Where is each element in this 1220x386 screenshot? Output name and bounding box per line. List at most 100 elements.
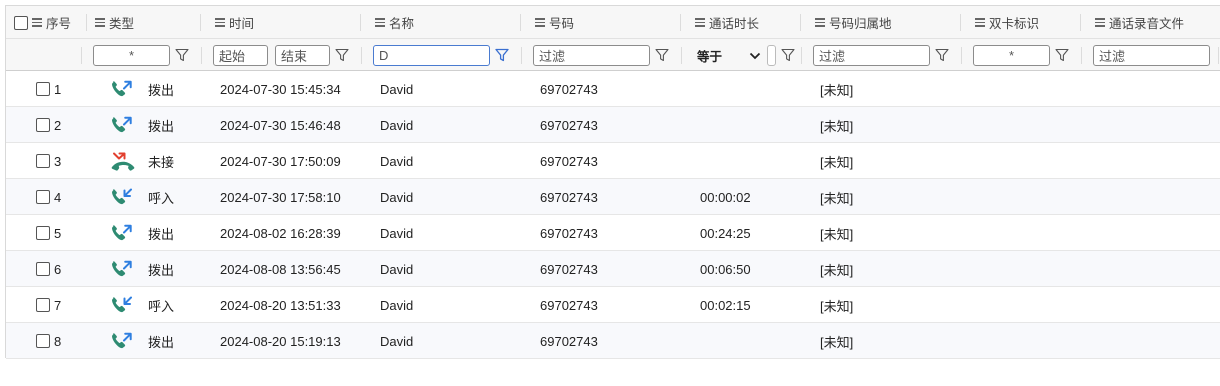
call-type: 拨出 bbox=[148, 262, 175, 278]
outgoing-call-icon bbox=[109, 222, 137, 246]
column-header-duration[interactable]: 通话时长 bbox=[695, 6, 801, 39]
incoming-call-icon bbox=[109, 294, 137, 318]
column-header-name[interactable]: 名称 bbox=[375, 6, 521, 39]
row-select[interactable]: 1 bbox=[36, 71, 61, 107]
row-checkbox[interactable] bbox=[36, 226, 50, 240]
column-header-location[interactable]: 号码归属地 bbox=[815, 6, 961, 39]
number-location: [未知] bbox=[820, 154, 854, 170]
location-filter-input[interactable]: 过滤 bbox=[813, 45, 930, 66]
recording-filter-input[interactable]: 过滤 bbox=[1093, 45, 1210, 66]
call-type: 拨出 bbox=[148, 118, 175, 134]
column-menu-icon[interactable] bbox=[375, 16, 385, 29]
table-row[interactable]: 3 未接 2024-07-30 17:50:09 David 69702743 [未知] bbox=[6, 143, 1220, 179]
time-end-input[interactable]: 结束 bbox=[275, 45, 330, 66]
outgoing-call-icon bbox=[109, 114, 137, 138]
outgoing-call-icon bbox=[109, 78, 137, 102]
row-select[interactable]: 4 bbox=[36, 179, 61, 215]
row-select[interactable]: 5 bbox=[36, 215, 61, 251]
contact-name: David bbox=[380, 225, 414, 241]
type-filter-input[interactable]: * bbox=[93, 45, 170, 66]
row-checkbox[interactable] bbox=[36, 298, 50, 312]
row-select[interactable]: 6 bbox=[36, 251, 61, 287]
table-row[interactable]: 5 拨出 2024-08-02 16:28:39 David 69702743 00:24… bbox=[6, 215, 1220, 251]
row-select[interactable]: 3 bbox=[36, 143, 61, 179]
row-select[interactable]: 7 bbox=[36, 287, 61, 323]
table-row[interactable]: 1 拨出 2024-07-30 15:45:34 David 69702743 [未知] bbox=[6, 71, 1220, 107]
number-filter-input[interactable]: 过滤 bbox=[533, 45, 650, 66]
row-checkbox[interactable] bbox=[36, 82, 50, 96]
phone-number: 69702743 bbox=[540, 261, 598, 277]
call-duration: 00:24:25 bbox=[700, 225, 751, 241]
column-menu-icon[interactable] bbox=[695, 16, 705, 29]
column-header-recording[interactable]: 通话录音文件 bbox=[1095, 6, 1219, 39]
contact-name: David bbox=[380, 153, 414, 169]
number-location: [未知] bbox=[820, 226, 854, 242]
row-seq: 6 bbox=[54, 261, 62, 277]
call-time: 2024-07-30 17:58:10 bbox=[220, 189, 341, 205]
column-divider[interactable] bbox=[520, 14, 521, 31]
column-header-type[interactable]: 类型 bbox=[95, 6, 201, 39]
duration-operator-select[interactable]: 等于 bbox=[697, 45, 761, 66]
table-row[interactable]: 8 拨出 2024-08-20 15:19:13 David 69702743 [未知] bbox=[6, 323, 1220, 359]
column-menu-icon[interactable] bbox=[95, 16, 105, 29]
column-divider[interactable] bbox=[960, 14, 961, 31]
table-row[interactable]: 7 呼入 2024-08-20 13:51:33 David 69702743 00:02… bbox=[6, 287, 1220, 323]
column-header-sim[interactable]: 双卡标识 bbox=[975, 6, 1081, 39]
column-menu-icon[interactable] bbox=[975, 16, 985, 29]
call-time: 2024-08-08 13:56:45 bbox=[220, 261, 341, 277]
call-type: 呼入 bbox=[148, 190, 175, 206]
column-header-number[interactable]: 号码 bbox=[535, 6, 681, 39]
row-seq: 1 bbox=[54, 81, 62, 97]
call-time: 2024-08-20 15:19:13 bbox=[220, 333, 341, 349]
sim-filter-input[interactable]: * bbox=[973, 45, 1050, 66]
column-divider[interactable] bbox=[86, 14, 87, 31]
number-location: [未知] bbox=[820, 118, 854, 134]
duration-filter-input[interactable] bbox=[767, 45, 776, 66]
call-type: 拨出 bbox=[148, 226, 175, 242]
row-seq: 7 bbox=[54, 297, 62, 313]
row-checkbox[interactable] bbox=[36, 262, 50, 276]
column-header-time[interactable]: 时间 bbox=[215, 6, 361, 39]
filter-icon[interactable] bbox=[335, 48, 349, 62]
phone-number: 69702743 bbox=[540, 153, 598, 169]
column-menu-icon[interactable] bbox=[32, 16, 42, 29]
row-checkbox[interactable] bbox=[36, 154, 50, 168]
name-filter-input[interactable]: D bbox=[373, 45, 490, 66]
column-divider[interactable] bbox=[800, 14, 801, 31]
select-all-checkbox[interactable] bbox=[14, 15, 28, 30]
column-divider bbox=[521, 47, 522, 64]
filter-icon[interactable] bbox=[935, 48, 949, 62]
filter-icon[interactable] bbox=[655, 48, 669, 62]
row-checkbox[interactable] bbox=[36, 118, 50, 132]
row-select[interactable]: 8 bbox=[36, 323, 61, 359]
column-menu-icon[interactable] bbox=[215, 16, 225, 29]
call-time: 2024-07-30 17:50:09 bbox=[220, 153, 341, 169]
row-checkbox[interactable] bbox=[36, 334, 50, 348]
column-menu-icon[interactable] bbox=[1095, 16, 1105, 29]
table-row[interactable]: 4 呼入 2024-07-30 17:58:10 David 69702743 00:00… bbox=[6, 179, 1220, 215]
row-select[interactable]: 2 bbox=[36, 107, 61, 143]
column-divider[interactable] bbox=[360, 14, 361, 31]
column-menu-icon[interactable] bbox=[535, 16, 545, 29]
call-time: 2024-07-30 15:46:48 bbox=[220, 117, 341, 133]
row-seq: 4 bbox=[54, 189, 62, 205]
time-start-input[interactable]: 起始 bbox=[213, 45, 268, 66]
filter-icon[interactable] bbox=[1055, 48, 1069, 62]
table-row[interactable]: 6 拨出 2024-08-08 13:56:45 David 69702743 00:06… bbox=[6, 251, 1220, 287]
filter-icon[interactable] bbox=[781, 48, 795, 62]
column-menu-icon[interactable] bbox=[815, 16, 825, 29]
filter-icon[interactable] bbox=[175, 48, 189, 62]
column-divider[interactable] bbox=[680, 14, 681, 31]
filter-active-icon[interactable] bbox=[495, 48, 509, 62]
column-header-seq[interactable]: 序号 bbox=[14, 6, 87, 39]
column-divider bbox=[801, 47, 802, 64]
column-divider[interactable] bbox=[1080, 14, 1081, 31]
column-divider[interactable] bbox=[200, 14, 201, 31]
row-checkbox[interactable] bbox=[36, 190, 50, 204]
phone-number: 69702743 bbox=[540, 189, 598, 205]
row-seq: 5 bbox=[54, 225, 62, 241]
table-row[interactable]: 2 拨出 2024-07-30 15:46:48 David 69702743 [未知] bbox=[6, 107, 1220, 143]
call-time: 2024-08-20 13:51:33 bbox=[220, 297, 341, 313]
column-divider bbox=[201, 47, 202, 64]
column-divider bbox=[1218, 47, 1219, 64]
